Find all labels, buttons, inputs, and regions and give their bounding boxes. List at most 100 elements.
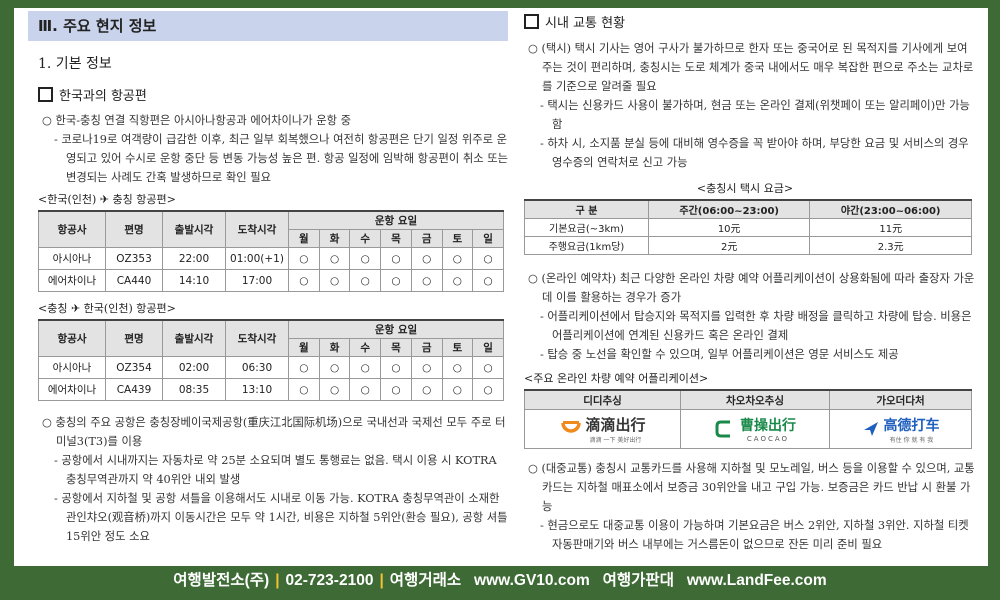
cell-mark: ○ (318, 269, 351, 292)
didi-logo-icon (560, 421, 581, 433)
cell-arr: 13:10 (225, 378, 289, 401)
th-day: 금 (410, 229, 443, 248)
taxi-info: ○ (택시) 택시 기사는 영어 구사가 불가하므로 한자 또는 중국어로 된 … (514, 39, 976, 172)
gaode-logo-text: 高德打车 (883, 417, 940, 434)
cell-dep: 14:10 (162, 269, 226, 292)
flight-table-outbound: 항공사 편명 출발시각 도착시각 운항 요일 월 화 수 목 금 토 일 아시아… (38, 210, 504, 292)
th-day-fare: 주간(06:00~23:00) (647, 199, 811, 219)
subheading-flights: 한국과의 항공편 (38, 85, 508, 104)
th-day: 월 (288, 338, 320, 357)
table-row: 아시아나 OZ353 22:00 01:00(+1) ○ ○ ○ ○ ○ ○ ○ (38, 247, 504, 270)
th-airline: 항공사 (38, 210, 106, 248)
paragraph-dash: - 현금으로도 대중교통 이용이 가능하며 기본요금은 버스 2위안, 지하철 … (540, 519, 969, 551)
caocao-logo-text: 曹操出行 (740, 418, 796, 434)
left-column: Ⅲ. 주요 현지 정보 1. 기본 정보 한국과의 항공편 ○ 한국-충칭 연결… (28, 8, 508, 546)
cell-arr: 01:00(+1) (225, 247, 289, 270)
caocao-logo-sub: CAOCAO (746, 435, 790, 443)
cell-dep: 22:00 (162, 247, 226, 270)
taxi-fare-table: 구 분 주간(06:00~23:00) 야간(23:00~06:00) 기본요금… (524, 199, 972, 255)
footer-phone: 02-723-2100 (285, 572, 374, 589)
th-day: 금 (410, 338, 443, 357)
table-row: 에어차이나 CA439 08:35 13:10 ○ ○ ○ ○ ○ ○ ○ (38, 378, 504, 401)
cell-flight: CA439 (105, 378, 163, 401)
paragraph-dash: - 공항에서 지하철 및 공항 셔틀을 이용해서도 시내로 이동 가능. KOT… (54, 492, 508, 543)
subheading-flights-label: 한국과의 항공편 (59, 89, 147, 104)
cell-mark: ○ (288, 247, 320, 270)
cell-mark: ○ (380, 269, 412, 292)
paragraph-dash: - 코로나19로 여객량이 급감한 이후, 최근 일부 회복했으나 여전히 항공… (54, 133, 509, 184)
th-day: 월 (288, 229, 320, 248)
cell-night-fare: 2.3元 (809, 236, 972, 255)
th-airline: 항공사 (38, 319, 106, 357)
cell-mark: ○ (349, 378, 382, 401)
th-app: 디디추싱 (523, 389, 682, 410)
paragraph-dash: - 탑승 중 노선을 확인할 수 있으며, 일부 어플리케이션은 영문 서비스도… (540, 348, 899, 361)
cell-mark: ○ (380, 378, 412, 401)
cell-mark: ○ (472, 269, 504, 292)
cell-mark: ○ (288, 356, 320, 379)
th-dep: 출발시각 (162, 319, 226, 357)
gaode-logo-sub: 有住 你 就 有 我 (889, 436, 934, 444)
cell-mark: ○ (349, 247, 382, 270)
cell-flight: OZ353 (105, 247, 163, 270)
footer-links: 여행거래소 www.GV10.com 여행가판대 www.LandFee.com (389, 572, 827, 589)
th-category: 구 분 (524, 199, 649, 219)
table-row: 에어차이나 CA440 14:10 17:00 ○ ○ ○ ○ ○ ○ ○ (38, 269, 504, 292)
table-row: 기본요금(~3km) 10元 11元 (524, 218, 972, 237)
footer-separator: | (275, 572, 280, 589)
th-day: 화 (318, 229, 351, 248)
th-day: 수 (349, 338, 382, 357)
th-dep: 출발시각 (162, 210, 226, 248)
ride-app-table: 디디추싱 차오차오추싱 가오더다처 滴滴出行 滴滴 一下 美好出行 曹操出行 C… (523, 389, 972, 449)
section-title: Ⅲ. 주요 현지 정보 (28, 11, 508, 41)
cell-night-fare: 11元 (809, 218, 972, 237)
cell-mark: ○ (441, 356, 474, 379)
th-flight: 편명 (105, 319, 163, 357)
cell-mark: ○ (410, 356, 443, 379)
cell-mark: ○ (288, 378, 320, 401)
cell-mark: ○ (349, 269, 382, 292)
table2-caption: <충칭 ✈ 한국(인천) 항공편> (38, 302, 176, 315)
cell-dep: 08:35 (162, 378, 226, 401)
checkbox-square-icon (524, 14, 539, 29)
cell-category: 기본요금(~3km) (524, 218, 649, 237)
cell-day-fare: 2元 (647, 236, 811, 255)
th-days: 운항 요일 (288, 319, 504, 339)
paragraph-bullet: ○ (택시) 택시 기사는 영어 구사가 불가하므로 한자 또는 중국어로 된 … (528, 42, 974, 93)
paragraph-bullet: ○ 한국-충칭 연결 직항편은 아시아나항공과 에어차이나가 운항 중 (42, 114, 352, 127)
cell-day-fare: 10元 (647, 218, 811, 237)
cell-dep: 02:00 (162, 356, 226, 379)
cell-mark: ○ (441, 269, 474, 292)
th-arr: 도착시각 (225, 210, 289, 248)
ride-hailing-info: ○ (온라인 예약차) 최근 다양한 온라인 차량 예약 어플리케이션이 상용화… (514, 269, 976, 364)
paragraph-bullet: ○ (온라인 예약차) 최근 다양한 온라인 차량 예약 어플리케이션이 상용화… (528, 272, 975, 304)
cell-mark: ○ (380, 247, 412, 270)
cell-mark: ○ (349, 356, 382, 379)
didi-logo-text: 滴滴出行 (585, 416, 646, 434)
cell-flight: OZ354 (105, 356, 163, 379)
cell-mark: ○ (441, 247, 474, 270)
subheading-transport-label: 시내 교통 현황 (545, 16, 626, 31)
th-app: 차오차오추싱 (680, 389, 830, 410)
cell-category: 주행요금(1km당) (524, 236, 649, 255)
th-app: 가오더다처 (829, 389, 972, 410)
caocao-logo: 曹操出行 CAOCAO (680, 409, 830, 449)
th-arr: 도착시각 (225, 319, 289, 357)
table-row: 아시아나 OZ354 02:00 06:30 ○ ○ ○ ○ ○ ○ ○ (38, 356, 504, 379)
table-row: 滴滴出行 滴滴 一下 美好出行 曹操出行 CAOCAO 高德打车 有住 你 就 … (523, 409, 972, 449)
cell-mark: ○ (380, 356, 412, 379)
cell-arr: 17:00 (225, 269, 289, 292)
cell-mark: ○ (441, 378, 474, 401)
cell-mark: ○ (472, 356, 504, 379)
airport-info: ○ 충칭의 주요 공항은 충칭장베이국제공항(重庆江北国际机场)으로 국내선과 … (28, 413, 508, 546)
cell-mark: ○ (288, 269, 320, 292)
th-day: 화 (318, 338, 351, 357)
cell-mark: ○ (410, 378, 443, 401)
flight-table-inbound: 항공사 편명 출발시각 도착시각 운항 요일 월 화 수 목 금 토 일 아시아… (38, 319, 504, 401)
cell-mark: ○ (410, 269, 443, 292)
th-days: 운항 요일 (288, 210, 504, 230)
table1-caption: <한국(인천) ✈ 충칭 항공편> (38, 193, 176, 206)
gaode-logo-icon (863, 422, 878, 436)
apps-caption: <주요 온라인 차량 예약 어플리케이션> (524, 372, 709, 385)
taxi-caption: <충칭시 택시 요금> (696, 182, 794, 195)
